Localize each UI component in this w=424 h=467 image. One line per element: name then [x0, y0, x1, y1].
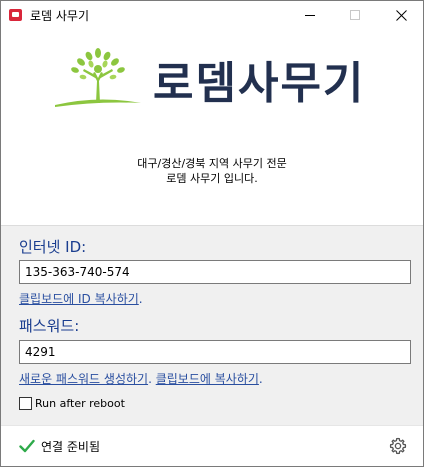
logo-area: 로뎀사무기 대구/경산/경북 지역 사무기 전문 로뎀 사무기 입니다. — [1, 29, 423, 225]
window-title: 로뎀 사무기 — [30, 9, 90, 23]
status-bar: 연결 준비됨 — [1, 425, 423, 466]
maximize-button — [335, 1, 375, 29]
minimize-icon — [305, 14, 315, 16]
title-bar[interactable]: 로뎀 사무기 — [1, 1, 423, 29]
run-after-reboot-checkbox[interactable] — [19, 396, 32, 410]
copy-password-link-suffix: . — [258, 372, 263, 386]
tagline-line-1: 대구/경산/경북 지역 사무기 전문 — [137, 157, 287, 170]
connection-status-text: 연결 준비됨 — [41, 440, 101, 454]
copy-id-link-suffix: . — [138, 292, 143, 306]
close-button[interactable] — [381, 1, 421, 29]
brand-logo-text: 로뎀사무기 — [153, 58, 366, 109]
copy-id-link[interactable]: 클립보드에 ID 복사하기 — [19, 292, 139, 306]
password-field[interactable] — [19, 340, 411, 364]
id-link-row: 클립보드에 ID 복사하기. — [19, 290, 143, 307]
internet-id-field[interactable] — [19, 260, 411, 284]
connection-panel: 인터넷 ID: 클립보드에 ID 복사하기. 패스워드: 새로운 패스워드 생성… — [1, 225, 423, 425]
minimize-button[interactable] — [290, 1, 330, 29]
link-separator: . — [148, 372, 156, 386]
tagline-line-2: 로뎀 사무기 입니다. — [166, 172, 258, 185]
app-icon — [9, 9, 22, 21]
maximize-icon — [350, 10, 360, 20]
internet-id-label: 인터넷 ID: — [19, 238, 87, 256]
copy-password-link[interactable]: 클립보드에 복사하기 — [156, 372, 259, 386]
run-after-reboot-label: Run after reboot — [35, 396, 125, 410]
check-icon — [19, 439, 35, 453]
password-label: 패스워드: — [19, 317, 80, 335]
generate-password-link[interactable]: 새로운 패스워드 생성하기 — [19, 372, 148, 386]
run-after-reboot-option[interactable]: Run after reboot — [19, 395, 125, 411]
app-window: 로뎀 사무기 로뎀사무기 대구/경산/경북 지역 사무기 전문 로뎀 사무기 입… — [0, 0, 424, 467]
tree-logo-icon — [55, 48, 141, 107]
close-icon — [395, 9, 407, 21]
gear-icon[interactable] — [389, 437, 407, 455]
password-link-row: 새로운 패스워드 생성하기. 클립보드에 복사하기. — [19, 370, 263, 387]
